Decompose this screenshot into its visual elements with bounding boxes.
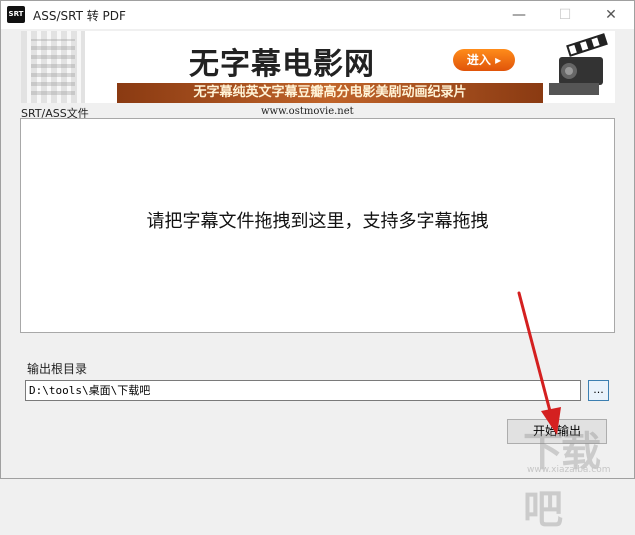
app-window: SRT ASS/SRT 转 PDF — ☐ ✕ 无字幕电影网 进入 ▸ 无字幕纯… xyxy=(0,0,635,533)
output-path-input[interactable]: D:\tools\桌面\下载吧 xyxy=(25,380,581,401)
watermark-logo: 下载吧 www.xiazaiba.com xyxy=(513,419,633,533)
banner-title: 无字幕电影网 xyxy=(189,47,375,82)
close-button[interactable]: ✕ xyxy=(588,1,634,29)
film-strip-image xyxy=(21,31,85,103)
subtitle-drop-zone[interactable]: 请把字幕文件拖拽到这里，支持多字幕拖拽 xyxy=(20,118,615,333)
watermark-url: www.xiazaiba.com xyxy=(527,465,611,475)
srt-app-icon: SRT xyxy=(7,6,25,23)
title-bar: SRT ASS/SRT 转 PDF — ☐ ✕ xyxy=(1,1,634,29)
browse-button[interactable]: ... xyxy=(588,380,609,401)
banner-enter-button[interactable]: 进入 ▸ xyxy=(453,49,515,71)
window-title: ASS/SRT 转 PDF xyxy=(33,9,126,23)
output-dir-label: 输出根目录 xyxy=(27,362,88,376)
movie-camera-icon xyxy=(549,33,608,95)
banner-subtitle: 无字幕纯英文字幕豆瓣高分电影美剧动画纪录片 xyxy=(117,83,543,103)
site-url-text: www.ostmovie.net xyxy=(261,106,354,117)
drop-hint-text: 请把字幕文件拖拽到这里，支持多字幕拖拽 xyxy=(146,211,489,232)
watermark-logo-text: 下载吧 xyxy=(523,429,601,533)
maximize-button[interactable]: ☐ xyxy=(542,1,588,29)
ad-banner[interactable]: 无字幕电影网 进入 ▸ 无字幕纯英文字幕豆瓣高分电影美剧动画纪录片 xyxy=(21,31,615,103)
minimize-button[interactable]: — xyxy=(496,1,542,29)
